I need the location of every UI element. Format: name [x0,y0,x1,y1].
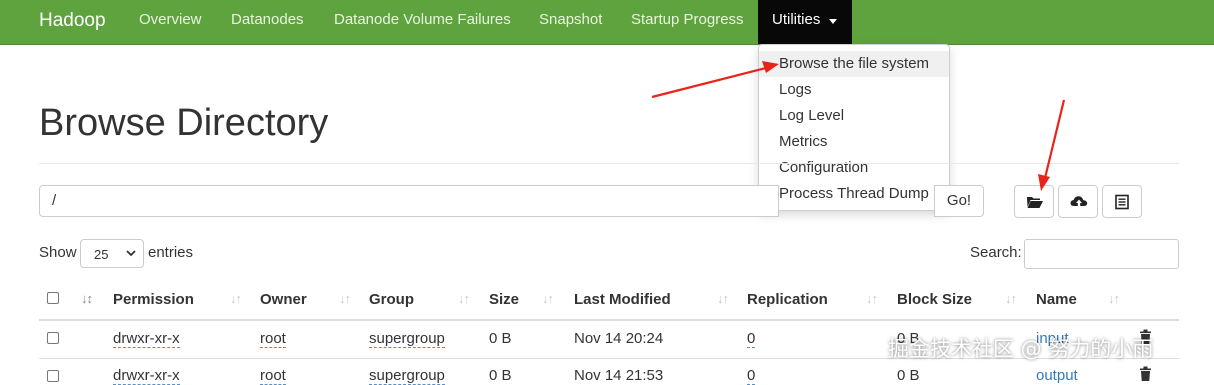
cell-last-modified: Nov 14 21:53 [574,367,664,384]
menu-item-browse-file-system[interactable]: Browse the file system [759,51,949,77]
page-title: Browse Directory [39,102,329,144]
column-header-permission[interactable]: Permission [113,291,194,308]
show-label: Show [39,244,77,261]
sort-icon[interactable]: ↓↑ [230,291,242,306]
cell-owner[interactable]: root [260,367,286,385]
sort-icon[interactable]: ↓↑ [866,291,878,306]
top-navbar: Hadoop Overview Datanodes Datanode Volum… [0,0,1214,45]
nav-overview[interactable]: Overview [139,11,202,28]
nav-utilities-dropdown[interactable]: Utilities [758,0,852,44]
sort-active-icon[interactable]: ↓↕ [81,291,93,306]
nav-snapshot[interactable]: Snapshot [539,11,602,28]
column-header-name[interactable]: Name [1036,291,1077,308]
column-header-block-size[interactable]: Block Size [897,291,972,308]
column-header-last-modified[interactable]: Last Modified [574,291,671,308]
select-all-checkbox[interactable] [47,292,59,304]
cell-permission[interactable]: drwxr-xr-x [113,367,180,385]
cloud-upload-icon [1070,196,1088,208]
menu-item-configuration[interactable]: Configuration [759,155,949,181]
title-divider [39,163,1179,164]
menu-item-process-thread-dump[interactable]: Process Thread Dump [759,181,949,207]
annotation-arrow-line [1043,99,1066,179]
cell-replication[interactable]: 0 [747,367,756,385]
cell-block-size: 0 B [897,367,920,384]
column-header-group[interactable]: Group [369,291,414,308]
cell-last-modified: Nov 14 20:24 [574,330,664,347]
row-checkbox[interactable] [47,332,59,344]
sort-icon[interactable]: ↓↑ [1108,291,1120,306]
sort-icon[interactable]: ↓↑ [542,291,554,306]
sort-icon[interactable]: ↓↑ [339,291,351,306]
trash-icon[interactable] [1139,366,1152,382]
cell-size: 0 B [489,330,512,347]
cell-owner[interactable]: root [260,330,286,348]
upload-files-button[interactable] [1058,185,1098,218]
cell-name-link[interactable]: output [1036,367,1078,384]
go-button[interactable]: Go! [934,185,984,217]
column-header-size[interactable]: Size [489,291,519,308]
create-directory-button[interactable] [1014,185,1054,218]
cut-paste-button[interactable] [1102,185,1142,218]
nav-datanodes[interactable]: Datanodes [231,11,304,28]
entries-label: entries [148,244,194,261]
search-label: Search: [970,244,1022,261]
list-icon [1115,194,1129,210]
menu-item-logs[interactable]: Logs [759,77,949,103]
annotation-arrow-line [651,66,767,99]
cell-group[interactable]: supergroup [369,330,445,348]
row-checkbox[interactable] [47,370,59,382]
nav-datanode-volume-failures[interactable]: Datanode Volume Failures [334,11,511,28]
column-header-replication[interactable]: Replication [747,291,828,308]
sort-icon[interactable]: ↓↑ [458,291,470,306]
chevron-down-icon [126,250,136,257]
cell-permission[interactable]: drwxr-xr-x [113,330,180,348]
column-header-owner[interactable]: Owner [260,291,307,308]
entries-select-value: 25 [94,247,109,262]
cell-size: 0 B [489,367,512,384]
nav-utilities-label: Utilities [772,11,821,28]
menu-item-metrics[interactable]: Metrics [759,129,949,155]
caret-down-icon [829,19,837,24]
entries-per-page-select[interactable]: 25 [80,239,144,268]
cell-replication[interactable]: 0 [747,330,756,348]
cell-group[interactable]: supergroup [369,367,445,385]
nav-startup-progress[interactable]: Startup Progress [631,11,744,28]
sort-icon[interactable]: ↓↑ [1005,291,1017,306]
directory-path-input[interactable]: / [39,185,779,217]
folder-open-icon [1027,197,1043,208]
menu-item-log-level[interactable]: Log Level [759,103,949,129]
table-header-divider [39,319,1179,321]
search-input[interactable] [1024,239,1179,269]
brand-logo[interactable]: Hadoop [39,10,106,32]
utilities-menu: Browse the file system Logs Log Level Me… [758,44,950,211]
watermark-text: 掘金技术社区 @ 努力的小雨 [888,337,1154,361]
sort-icon[interactable]: ↓↑ [717,291,729,306]
